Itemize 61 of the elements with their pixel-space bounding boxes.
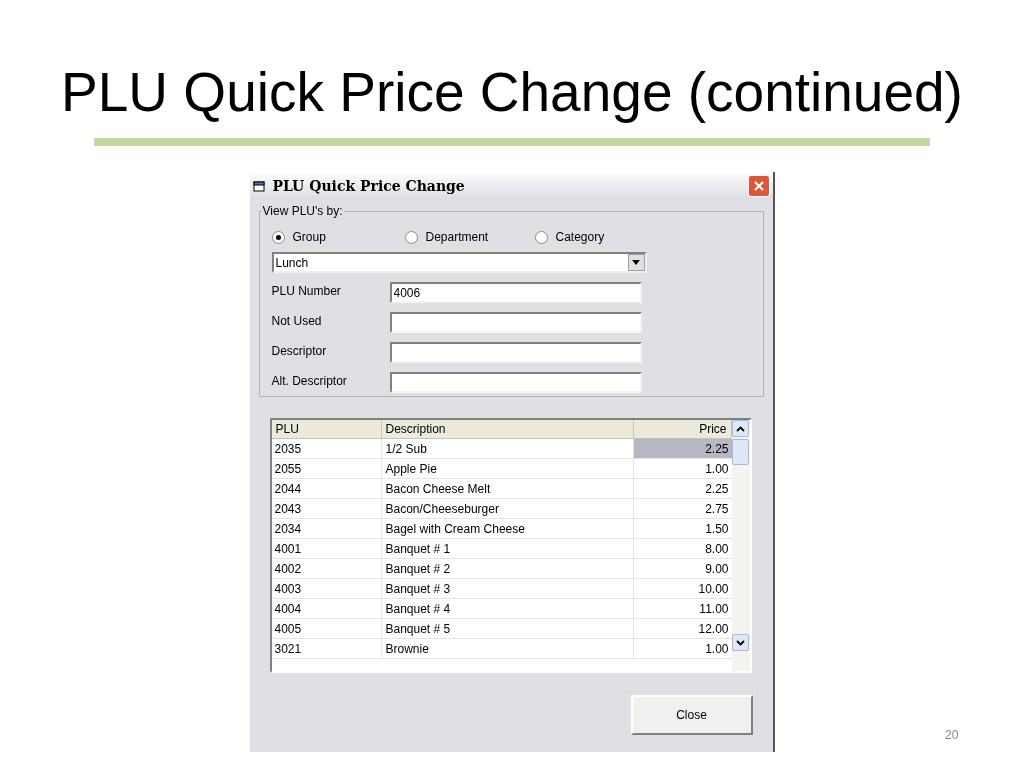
radio-button[interactable] xyxy=(534,230,548,244)
table-cell[interactable]: 11.00 xyxy=(633,599,732,618)
table-cell[interactable]: 12.00 xyxy=(633,619,732,638)
table-cell: Apple Pie xyxy=(381,459,634,478)
radio-button[interactable] xyxy=(404,230,418,244)
table-cell: 2044 xyxy=(271,479,382,498)
field-label: Not Used xyxy=(271,313,323,330)
table-cell: 3021 xyxy=(271,639,382,658)
slide-title: PLU Quick Price Change (continued) xyxy=(61,62,963,122)
table-cell: 2055 xyxy=(271,459,382,478)
scroll-up-icon[interactable] xyxy=(732,420,749,437)
table-cell: 4005 xyxy=(271,619,382,638)
close-icon[interactable] xyxy=(747,175,770,197)
group-legend: View PLU's by: xyxy=(261,202,344,220)
close-button[interactable]: Close xyxy=(630,695,753,735)
column-header[interactable]: Description xyxy=(381,420,634,439)
radio-option[interactable]: Category xyxy=(534,228,665,246)
radio-option[interactable]: Group xyxy=(271,228,405,246)
table-cell: 4003 xyxy=(271,579,382,598)
radio-button[interactable] xyxy=(271,230,285,244)
page-number: 20 xyxy=(945,727,959,744)
table-cell: Banquet # 4 xyxy=(381,599,634,618)
table-cell: 1/2 Sub xyxy=(381,439,634,458)
scroll-down-icon[interactable] xyxy=(732,634,749,651)
scroll-thumb[interactable] xyxy=(732,439,749,465)
table-cell: Banquet # 5 xyxy=(381,619,634,638)
group-dropdown[interactable]: Lunch xyxy=(271,252,647,273)
table-cell[interactable]: 2.25 xyxy=(633,479,732,498)
field-input[interactable] xyxy=(389,342,642,363)
field-input[interactable]: 4006 xyxy=(389,282,642,303)
table-cell[interactable]: 2.25 xyxy=(633,439,732,458)
table-cell[interactable]: 2.75 xyxy=(633,499,732,518)
radio-option[interactable]: Department xyxy=(404,228,535,246)
column-header[interactable]: PLU xyxy=(271,420,382,439)
table-cell[interactable]: 1.00 xyxy=(633,459,732,478)
field-input[interactable] xyxy=(389,372,642,393)
scrollbar[interactable] xyxy=(731,420,750,671)
table-cell: 4002 xyxy=(271,559,382,578)
table-cell[interactable]: 1.00 xyxy=(633,639,732,658)
window-title: PLU Quick Price Change xyxy=(272,176,465,196)
table-cell: Bagel with Cream Cheese xyxy=(381,519,634,538)
table-cell: Bacon/Cheeseburger xyxy=(381,499,634,518)
table-cell[interactable]: 1.50 xyxy=(633,519,732,538)
table-cell: Banquet # 3 xyxy=(381,579,634,598)
table-cell: 2043 xyxy=(271,499,382,518)
table-cell: 4004 xyxy=(271,599,382,618)
table-cell: Bacon Cheese Melt xyxy=(381,479,634,498)
table-cell[interactable]: 9.00 xyxy=(633,559,732,578)
field-label: Alt. Descriptor xyxy=(271,373,348,390)
table-cell[interactable]: 10.00 xyxy=(633,579,732,598)
field-input[interactable] xyxy=(389,312,642,333)
table-cell[interactable]: 8.00 xyxy=(633,539,732,558)
window-icon xyxy=(252,180,267,192)
field-label: Descriptor xyxy=(271,343,328,360)
table-cell: Banquet # 1 xyxy=(381,539,634,558)
table-cell: Brownie xyxy=(381,639,634,658)
table-cell: Banquet # 2 xyxy=(381,559,634,578)
field-label: PLU Number xyxy=(271,283,342,300)
table-cell: 2035 xyxy=(271,439,382,458)
table-cell: 4001 xyxy=(271,539,382,558)
table-cell: 2034 xyxy=(271,519,382,538)
